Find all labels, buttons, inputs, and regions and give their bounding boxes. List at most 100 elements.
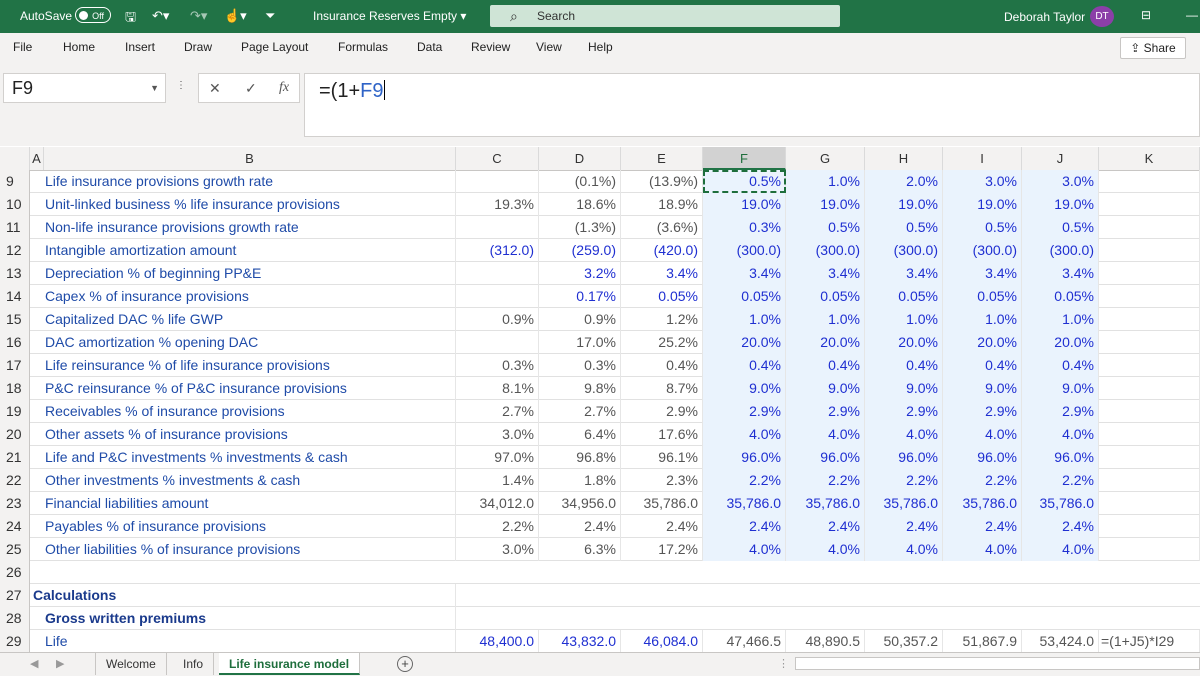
next-sheet-icon[interactable]: ▶ (56, 657, 64, 670)
cell-e[interactable]: (13.9%) (621, 170, 703, 193)
cell-c[interactable]: 19.3% (456, 193, 539, 216)
cell-e[interactable]: 35,786.0 (621, 492, 703, 515)
row-header[interactable]: 16 (0, 331, 30, 354)
cell-k[interactable] (1099, 331, 1200, 354)
cell-c[interactable]: 97.0% (456, 446, 539, 469)
row-label[interactable]: Capitalized DAC % life GWP (30, 308, 456, 331)
forecast-cell[interactable]: 2.0% (865, 170, 943, 193)
forecast-cell[interactable]: 1.0% (786, 170, 865, 193)
save-icon[interactable]: 🖫 (125, 8, 136, 30)
forecast-cell[interactable]: 20.0% (943, 331, 1022, 354)
forecast-cell[interactable]: 0.5% (1022, 216, 1099, 239)
forecast-cell[interactable]: 2.2% (943, 469, 1022, 492)
forecast-cell[interactable]: 0.4% (1022, 354, 1099, 377)
forecast-cell[interactable]: 2.9% (943, 400, 1022, 423)
forecast-cell[interactable]: 96.0% (703, 446, 786, 469)
row-label[interactable]: Life and P&C investments % investments &… (30, 446, 456, 469)
row-header[interactable]: 25 (0, 538, 30, 561)
forecast-cell[interactable]: 19.0% (943, 193, 1022, 216)
cell-c[interactable] (456, 216, 539, 239)
forecast-cell[interactable]: 0.4% (786, 354, 865, 377)
forecast-cell[interactable]: 2.4% (1022, 515, 1099, 538)
forecast-cell[interactable]: 96.0% (786, 446, 865, 469)
forecast-cell[interactable]: 0.05% (786, 285, 865, 308)
forecast-cell[interactable]: 0.05% (865, 285, 943, 308)
col-header-h[interactable]: H (865, 147, 943, 170)
row-label[interactable]: Payables % of insurance provisions (30, 515, 456, 538)
forecast-cell[interactable]: 53,424.0 (1022, 630, 1099, 652)
cell-d[interactable]: 6.4% (539, 423, 621, 446)
cell-d[interactable]: 2.4% (539, 515, 621, 538)
forecast-cell[interactable]: (300.0) (703, 239, 786, 262)
cell-d[interactable]: 1.8% (539, 469, 621, 492)
col-header-d[interactable]: D (539, 147, 621, 170)
forecast-cell[interactable]: 2.4% (786, 515, 865, 538)
cell-c[interactable]: 3.0% (456, 423, 539, 446)
cell-e[interactable]: 17.6% (621, 423, 703, 446)
forecast-cell[interactable]: 0.05% (1022, 285, 1099, 308)
cell-k[interactable] (1099, 446, 1200, 469)
forecast-cell[interactable]: 2.2% (1022, 469, 1099, 492)
ribbon-display-icon[interactable]: ⊟ (1141, 8, 1151, 22)
row-label[interactable]: Other assets % of insurance provisions (30, 423, 456, 446)
tab-file[interactable]: File (13, 40, 32, 54)
cell-e[interactable]: 17.2% (621, 538, 703, 561)
row-header[interactable]: 20 (0, 423, 30, 446)
forecast-cell[interactable]: 35,786.0 (786, 492, 865, 515)
row-label[interactable]: Other investments % investments & cash (30, 469, 456, 492)
customize-qat-icon[interactable]: ⏷ (265, 8, 275, 24)
minimize-icon[interactable]: — (1186, 8, 1198, 22)
col-header-j[interactable]: J (1022, 147, 1099, 170)
prev-sheet-icon[interactable]: ◀ (30, 657, 38, 670)
row-header[interactable]: 11 (0, 216, 30, 239)
sheet-tab-welcome[interactable]: Welcome (95, 653, 167, 675)
row-label[interactable]: Other liabilities % of insurance provisi… (30, 538, 456, 561)
forecast-cell[interactable]: 3.4% (786, 262, 865, 285)
cell-k[interactable] (1099, 538, 1200, 561)
cell-k[interactable] (1099, 216, 1200, 239)
forecast-cell[interactable]: 2.2% (865, 469, 943, 492)
row-header[interactable]: 29 (0, 630, 30, 652)
document-title[interactable]: Insurance Reserves Empty ▾ (313, 9, 466, 23)
cell-d[interactable]: 18.6% (539, 193, 621, 216)
cell-e[interactable]: 2.9% (621, 400, 703, 423)
name-box[interactable]: F9 ▼ (3, 73, 166, 103)
forecast-cell[interactable]: 9.0% (786, 377, 865, 400)
cell-e[interactable]: 2.3% (621, 469, 703, 492)
cell-k[interactable]: =(1+J5)*I29 (1099, 630, 1200, 652)
row-header[interactable]: 24 (0, 515, 30, 538)
forecast-cell[interactable]: 4.0% (943, 538, 1022, 561)
cell-c[interactable]: 48,400.0 (456, 630, 539, 652)
forecast-cell[interactable]: 4.0% (1022, 538, 1099, 561)
cell-e[interactable]: 0.4% (621, 354, 703, 377)
forecast-cell[interactable]: 35,786.0 (943, 492, 1022, 515)
forecast-cell[interactable]: (300.0) (786, 239, 865, 262)
forecast-cell[interactable]: 9.0% (943, 377, 1022, 400)
forecast-cell[interactable]: 9.0% (703, 377, 786, 400)
row-header[interactable]: 27 (0, 584, 30, 607)
horizontal-scrollbar[interactable] (795, 657, 1200, 670)
redo-icon[interactable]: ↷▾ (190, 8, 207, 24)
chevron-down-icon[interactable]: ▼ (150, 74, 159, 102)
cell-c[interactable] (456, 331, 539, 354)
cell-k[interactable] (1099, 469, 1200, 492)
forecast-cell[interactable]: 0.05% (703, 285, 786, 308)
tab-home[interactable]: Home (63, 40, 95, 54)
tab-view[interactable]: View (536, 40, 562, 54)
col-header-b[interactable]: B (44, 147, 456, 170)
row-header[interactable]: 14 (0, 285, 30, 308)
forecast-cell[interactable]: 3.4% (943, 262, 1022, 285)
forecast-cell[interactable]: 2.9% (865, 400, 943, 423)
row-label[interactable]: Life (30, 630, 456, 652)
cell-k[interactable] (1099, 170, 1200, 193)
row-header[interactable]: 19 (0, 400, 30, 423)
tab-data[interactable]: Data (417, 40, 442, 54)
forecast-cell[interactable]: 35,786.0 (1022, 492, 1099, 515)
user-name[interactable]: Deborah Taylor (1004, 10, 1085, 24)
forecast-cell[interactable]: 2.4% (703, 515, 786, 538)
forecast-cell[interactable]: 2.9% (703, 400, 786, 423)
section-heading[interactable]: Calculations (30, 584, 456, 607)
forecast-cell[interactable]: 4.0% (1022, 423, 1099, 446)
forecast-cell[interactable]: 2.2% (786, 469, 865, 492)
forecast-cell[interactable]: 3.4% (703, 262, 786, 285)
